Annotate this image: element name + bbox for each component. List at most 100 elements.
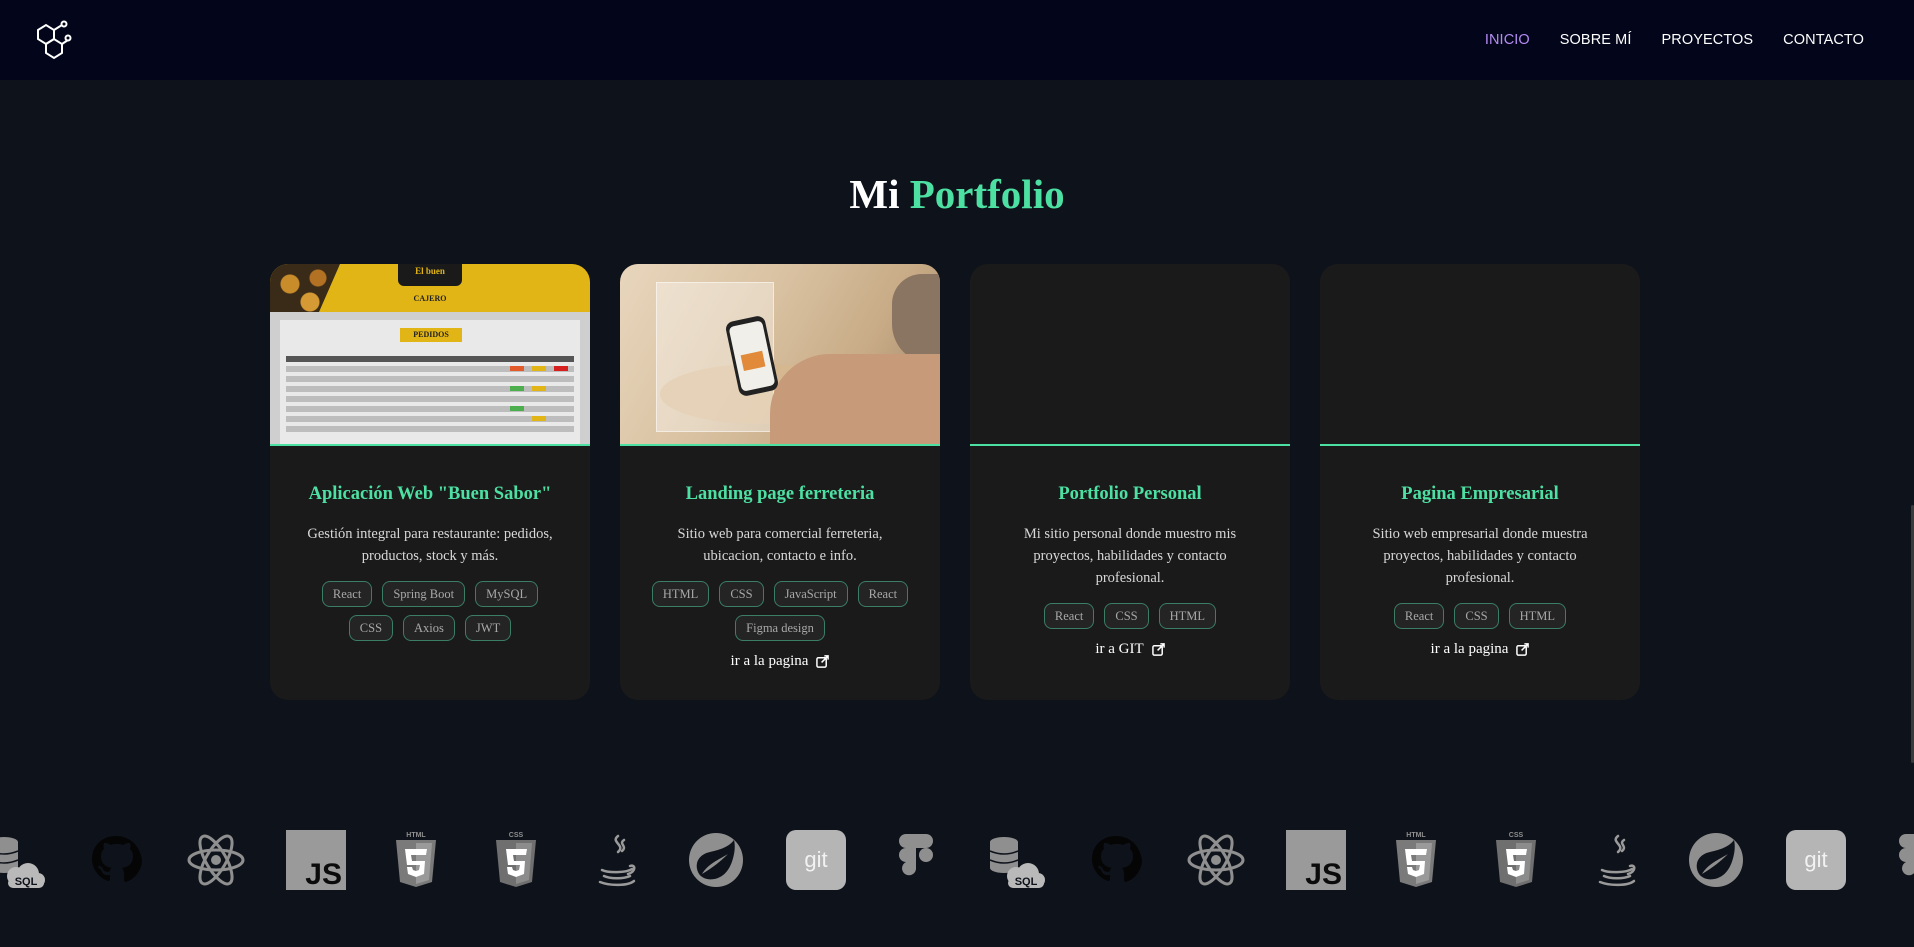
navbar: INICIO SOBRE MÍ PROYECTOS CONTACTO [0, 0, 1914, 80]
svg-text:HTML: HTML [1406, 832, 1426, 839]
external-link-icon [1151, 643, 1165, 656]
nav-menu: INICIO SOBRE MÍ PROYECTOS CONTACTO [1485, 32, 1864, 48]
svg-text:git: git [1804, 847, 1827, 872]
nav-link-proyectos[interactable]: PROYECTOS [1661, 32, 1753, 48]
project-description: Sitio web empresarial donde muestra proy… [1372, 526, 1588, 586]
thumb-status-chip [510, 406, 524, 411]
sql-icon: SQL [986, 830, 1046, 890]
project-card-portfolio[interactable]: Portfolio Personal Mi sitio personal don… [970, 264, 1290, 700]
tech-tags: React Spring Boot MySQL CSS Axios JWT [270, 581, 590, 641]
thumb-status-chip [554, 366, 568, 371]
react-icon [186, 830, 246, 890]
project-description: Mi sitio personal donde muestro mis proy… [1023, 526, 1237, 586]
nav-link-contacto[interactable]: CONTACTO [1783, 32, 1864, 48]
svg-text:SQL: SQL [1015, 876, 1038, 888]
tech-tag: HTML [651, 581, 710, 607]
tech-tag: JavaScript [773, 581, 848, 607]
project-link-label: ir a la pagina [1430, 641, 1509, 657]
thumb-status-chip [532, 416, 546, 421]
spring-icon [1686, 830, 1746, 890]
section-title-prefix: Mi [849, 171, 900, 217]
svg-text:SQL: SQL [15, 876, 38, 888]
project-link[interactable]: ir a GIT [1095, 641, 1165, 658]
sql-icon: SQL [0, 830, 46, 890]
skills-carousel: SQL JS HTML CSS git SQL JS HTML CSS git [0, 828, 1914, 892]
external-link-icon [816, 655, 830, 668]
html5-icon: HTML [1386, 830, 1446, 890]
tech-tag: CSS [1454, 603, 1499, 629]
thumb-status-chip [532, 386, 546, 391]
project-link-label: ir a la pagina [730, 653, 809, 669]
git-icon: git [1786, 830, 1846, 890]
tech-tag: CSS [348, 615, 394, 641]
project-link-label: ir a GIT [1095, 641, 1144, 657]
css3-icon: CSS [1486, 830, 1546, 890]
tech-tag: React [1393, 603, 1445, 629]
project-link[interactable]: ir a la pagina [731, 653, 830, 670]
project-card-buen-sabor[interactable]: El buen CAJERO PEDIDOS Aplicación Web "B… [270, 264, 590, 700]
tech-tag: CSS [1104, 603, 1149, 629]
tech-tag: MySQL [475, 581, 539, 607]
nav-link-inicio[interactable]: INICIO [1485, 32, 1530, 48]
tech-tag: Spring Boot [382, 581, 466, 607]
project-cards: El buen CAJERO PEDIDOS Aplicación Web "B… [270, 264, 1640, 700]
thumb-table-row [286, 366, 574, 372]
thumb-hands [770, 354, 940, 444]
html5-icon: HTML [386, 830, 446, 890]
tech-tag: JWT [464, 615, 512, 641]
svg-text:JS: JS [305, 858, 342, 890]
tech-tag: HTML [1508, 603, 1567, 629]
svg-text:CSS: CSS [1509, 832, 1524, 839]
thumb-brand-logo: El buen [398, 264, 462, 286]
tech-tag: React [1043, 603, 1095, 629]
java-icon [1586, 830, 1646, 890]
project-thumbnail-buen-sabor: El buen CAJERO PEDIDOS [270, 264, 590, 446]
thumb-table-row [286, 426, 574, 432]
project-thumbnail-empresarial [1320, 264, 1640, 446]
project-title: Portfolio Personal [1058, 484, 1202, 504]
thumb-table-header [286, 356, 574, 362]
tech-tag: CSS [719, 581, 764, 607]
section-title: Mi Portfolio [0, 170, 1914, 218]
nav-link-sobre-mi[interactable]: SOBRE MÍ [1560, 32, 1632, 48]
project-card-empresarial[interactable]: Pagina Empresarial Sitio web empresarial… [1320, 264, 1640, 700]
project-title: Landing page ferreteria [685, 484, 875, 504]
figma-icon [886, 830, 946, 890]
tech-tag: Figma design [735, 615, 825, 641]
thumb-status-chip [510, 386, 524, 391]
tech-tag: HTML [1158, 603, 1217, 629]
logo-hexagon-icon[interactable] [28, 18, 72, 62]
svg-text:CSS: CSS [509, 832, 524, 839]
project-card-ferreteria[interactable]: Landing page ferreteria Sitio web para c… [620, 264, 940, 700]
github-icon [86, 830, 146, 890]
external-link-icon [1516, 643, 1530, 656]
git-icon: git [786, 830, 846, 890]
spring-icon [686, 830, 746, 890]
java-icon [586, 830, 646, 890]
javascript-icon: JS [1286, 830, 1346, 890]
thumb-table-row [286, 386, 574, 392]
project-description: Sitio web para comercial ferreteria, ubi… [677, 526, 883, 564]
project-link[interactable]: ir a la pagina [1431, 641, 1530, 658]
project-thumbnail-ferreteria [620, 264, 940, 446]
svg-text:git: git [804, 847, 827, 872]
section-title-accent: Portfolio [909, 171, 1065, 217]
tech-tag: React [321, 581, 373, 607]
tech-tags: React CSS HTML [1018, 603, 1242, 629]
project-title: Aplicación Web "Buen Sabor" [308, 484, 552, 504]
tech-tags: React CSS HTML [1368, 603, 1592, 629]
javascript-icon: JS [286, 830, 346, 890]
thumb-table-row [286, 376, 574, 382]
thumb-panel-title: PEDIDOS [400, 328, 462, 342]
tech-tag: React [857, 581, 909, 607]
tech-tag: Axios [403, 615, 455, 641]
thumb-table-row [286, 396, 574, 402]
project-title: Pagina Empresarial [1401, 484, 1559, 504]
thumb-table-row [286, 416, 574, 422]
thumb-table-row [286, 406, 574, 412]
tech-tags: HTML CSS JavaScript React Figma design [620, 581, 940, 641]
thumb-role-label: CAJERO [413, 294, 447, 303]
figma-icon [1886, 830, 1914, 890]
css3-icon: CSS [486, 830, 546, 890]
project-thumbnail-portfolio [970, 264, 1290, 446]
